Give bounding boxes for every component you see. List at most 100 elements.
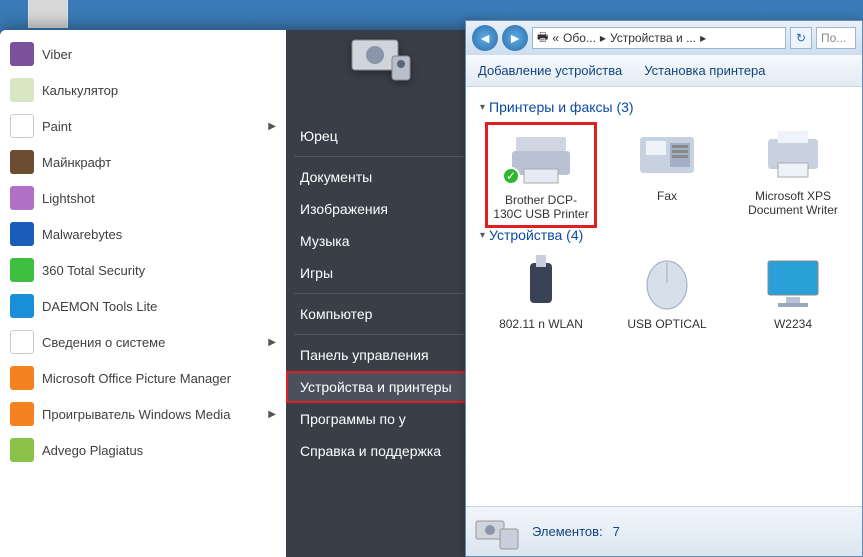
device-grid: 802.11 n WLAN USB OPTICAL W2234 (472, 253, 856, 331)
group-header[interactable]: ▾ Устройства (4) (480, 227, 856, 243)
toolbar-add-device[interactable]: Добавление устройства (478, 63, 622, 78)
start-menu-place[interactable]: Документы (286, 161, 472, 193)
device-item[interactable]: W2234 (740, 253, 846, 331)
start-menu-place[interactable]: Музыка (286, 225, 472, 257)
start-menu-item[interactable]: Malwarebytes (2, 216, 284, 252)
start-menu-item[interactable]: Майнкрафт (2, 144, 284, 180)
device-item[interactable]: Fax (614, 125, 720, 225)
start-menu-place[interactable]: Юрец (286, 120, 472, 152)
start-menu-devices-printers[interactable]: Устройства и принтеры (286, 371, 472, 403)
explorer-window: ◄ ► 🖶 « Обо... ▸ Устройства и ... ▸ ↻ По… (465, 20, 863, 557)
start-menu-item[interactable]: 360 Total Security (2, 252, 284, 288)
submenu-arrow-icon: ▶ (268, 337, 276, 348)
app-icon (10, 78, 34, 102)
start-menu-place[interactable]: Изображения (286, 193, 472, 225)
device-item[interactable]: USB OPTICAL (614, 253, 720, 331)
nav-back-button[interactable]: ◄ (472, 25, 498, 51)
collapse-icon: ▾ (480, 230, 485, 241)
refresh-icon: ↻ (796, 31, 806, 45)
explorer-nav: ◄ ► 🖶 « Обо... ▸ Устройства и ... ▸ ↻ По… (466, 21, 862, 55)
toolbar-install-printer[interactable]: Установка принтера (644, 63, 765, 78)
device-grid: ✓ Brother DCP-130C USB Printer Fax Micro… (472, 125, 856, 225)
start-menu-item-label: Майнкрафт (42, 155, 111, 170)
refresh-button[interactable]: ↻ (790, 27, 812, 49)
app-icon (10, 402, 34, 426)
start-menu-item[interactable]: Microsoft Office Picture Manager (2, 360, 284, 396)
printer-virtual-icon (758, 125, 828, 185)
monitor-icon (758, 253, 828, 313)
status-count: 7 (613, 524, 620, 539)
explorer-toolbar: Добавление устройства Установка принтера (466, 55, 862, 87)
addr-seg[interactable]: Обо... (563, 31, 596, 45)
start-menu-item-label: Viber (42, 47, 72, 62)
app-icon (10, 258, 34, 282)
user-picture-icon (344, 30, 414, 86)
device-label: Fax (614, 189, 720, 203)
start-menu-item-label: Malwarebytes (42, 227, 122, 242)
start-menu-item-label: Advego Plagiatus (42, 443, 143, 458)
app-icon (10, 150, 34, 174)
start-menu-item[interactable]: Проигрыватель Windows Media ▶ (2, 396, 284, 432)
app-icon (10, 438, 34, 462)
start-menu-place[interactable]: Панель управления (286, 339, 472, 371)
separator (294, 334, 464, 335)
computer-icon (28, 0, 68, 28)
separator (294, 156, 464, 157)
start-menu-place[interactable]: Компьютер (286, 298, 472, 330)
chevron-right-icon: ▸ (700, 31, 706, 45)
device-item[interactable]: ✓ Brother DCP-130C USB Printer (488, 125, 594, 225)
submenu-arrow-icon: ▶ (268, 409, 276, 420)
start-menu-item[interactable]: Advego Plagiatus (2, 432, 284, 468)
group-title: Устройства (4) (489, 227, 583, 243)
device-label: Microsoft XPS Document Writer (740, 189, 846, 217)
separator (294, 293, 464, 294)
start-menu-item-label: Paint (42, 119, 72, 134)
address-bar[interactable]: 🖶 « Обо... ▸ Устройства и ... ▸ (532, 27, 786, 49)
app-icon (10, 186, 34, 210)
start-menu-item-label: Проигрыватель Windows Media (42, 407, 230, 422)
app-icon (10, 330, 34, 354)
app-icon (10, 42, 34, 66)
start-menu-places: Юрец ДокументыИзображенияМузыкаИгры Компью… (286, 30, 472, 557)
device-item[interactable]: 802.11 n WLAN (488, 253, 594, 331)
start-menu-place[interactable]: Программы по у (286, 403, 472, 435)
app-icon (10, 366, 34, 390)
usb-adapter-icon (506, 253, 576, 313)
control-panel-icon: 🖶 (537, 28, 548, 49)
group-title: Принтеры и факсы (3) (489, 99, 634, 115)
device-item[interactable]: Microsoft XPS Document Writer (740, 125, 846, 225)
start-menu-item[interactable]: Сведения о системе ▶ (2, 324, 284, 360)
status-label: Элементов: (532, 524, 603, 539)
submenu-arrow-icon: ▶ (268, 121, 276, 132)
start-menu: Viber Калькулятор Paint ▶ Майнкрафт Ligh… (0, 30, 472, 557)
start-menu-item-label: Калькулятор (42, 83, 118, 98)
start-menu-item-label: Сведения о системе (42, 335, 165, 350)
device-label: W2234 (740, 317, 846, 331)
devices-folder-icon (474, 513, 522, 551)
chevron-right-icon: ▸ (600, 31, 606, 45)
group-header[interactable]: ▾ Принтеры и факсы (3) (480, 99, 856, 115)
start-menu-item-label: Microsoft Office Picture Manager (42, 371, 231, 386)
app-icon (10, 114, 34, 138)
start-menu-programs: Viber Калькулятор Paint ▶ Майнкрафт Ligh… (0, 30, 286, 557)
start-menu-item[interactable]: Калькулятор (2, 72, 284, 108)
app-icon (10, 294, 34, 318)
start-menu-item[interactable]: Viber (2, 36, 284, 72)
start-menu-item[interactable]: Lightshot (2, 180, 284, 216)
device-label: 802.11 n WLAN (488, 317, 594, 331)
app-icon (10, 222, 34, 246)
start-menu-item[interactable]: Paint ▶ (2, 108, 284, 144)
addr-seg[interactable]: Устройства и ... (610, 31, 696, 45)
start-menu-item[interactable]: DAEMON Tools Lite (2, 288, 284, 324)
start-menu-place[interactable]: Справка и поддержка (286, 435, 472, 467)
nav-forward-button[interactable]: ► (502, 25, 528, 51)
device-label: USB OPTICAL (614, 317, 720, 331)
mouse-icon (632, 253, 702, 313)
search-input[interactable]: По... (816, 27, 856, 49)
start-menu-item-label: 360 Total Security (42, 263, 145, 278)
start-menu-place[interactable]: Игры (286, 257, 472, 289)
start-menu-item-label: Lightshot (42, 191, 95, 206)
default-check-icon: ✓ (502, 167, 520, 185)
fax-icon (632, 125, 702, 185)
addr-seg[interactable]: « (552, 31, 559, 45)
